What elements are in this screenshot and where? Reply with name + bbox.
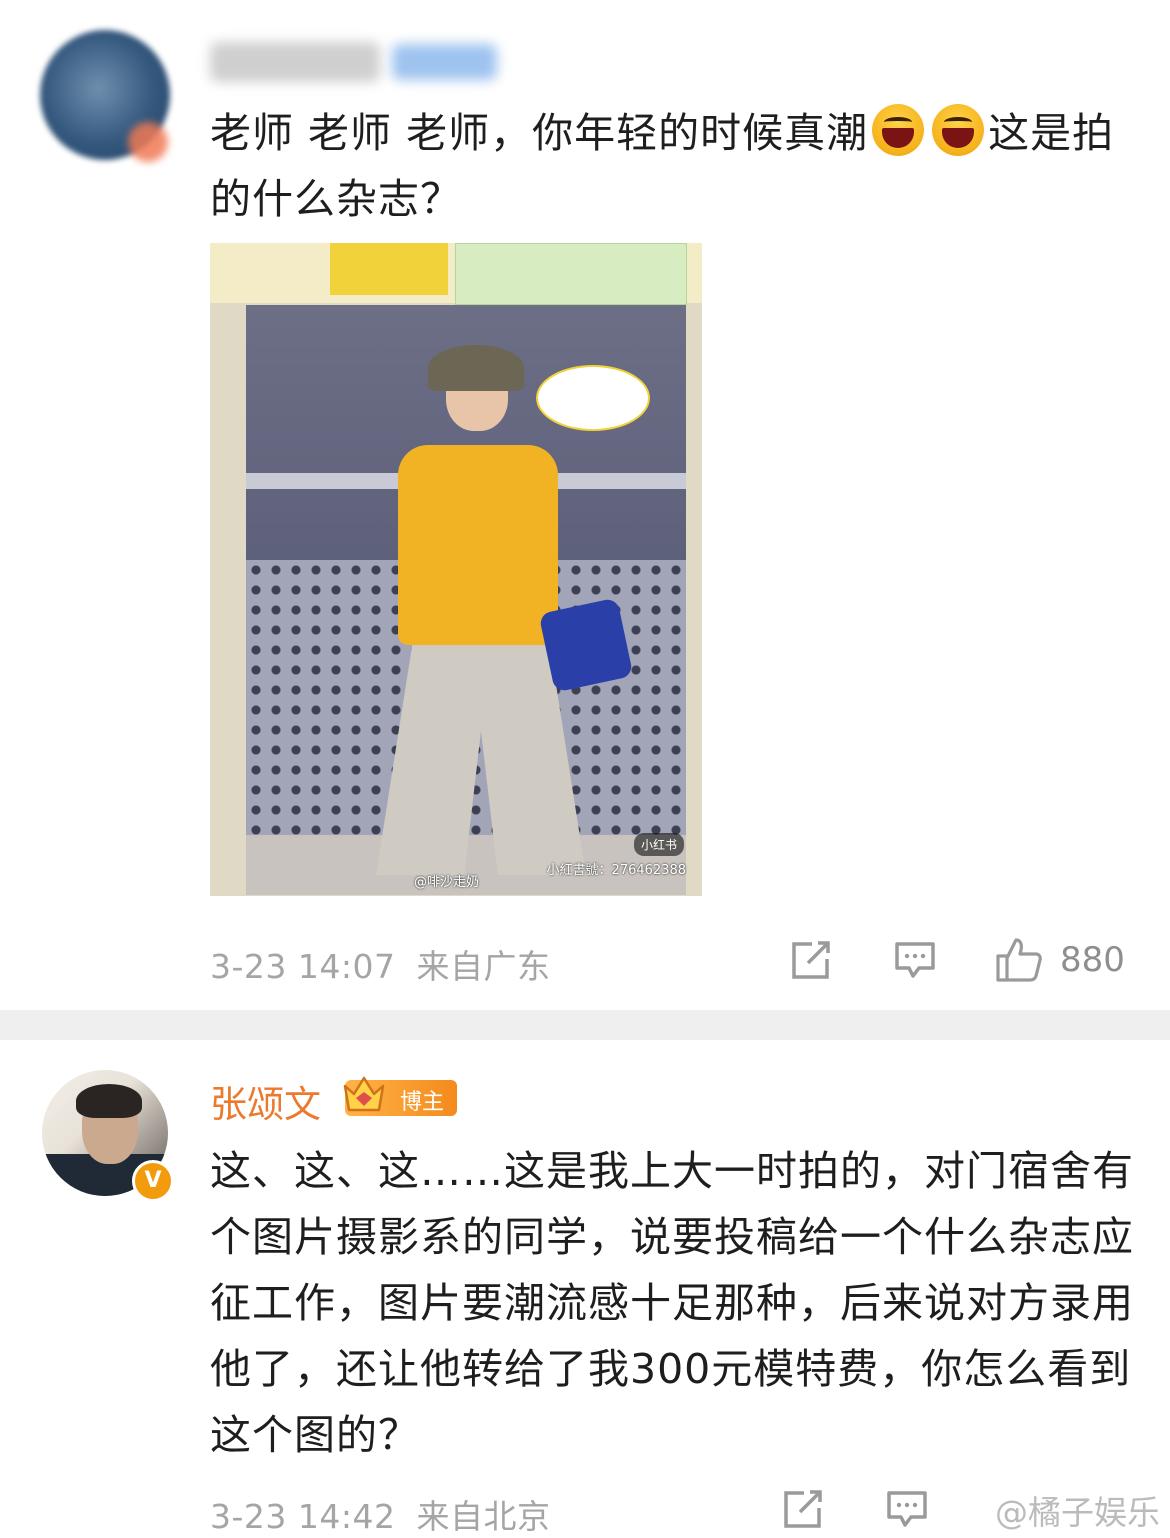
user-badge-blurred	[392, 44, 497, 80]
comment-icon[interactable]	[885, 1489, 929, 1531]
timestamp: 3-23 14:07	[210, 947, 396, 986]
username[interactable]: 张颂文	[210, 1074, 321, 1128]
location: 来自北京	[416, 1497, 551, 1536]
xiaohongshu-logo: 小红书	[633, 833, 684, 856]
photo-person-bag	[538, 597, 634, 693]
comment-meta: 3-23 14:07 来自广东	[210, 940, 551, 988]
photo-person-shirt	[398, 445, 558, 645]
comment-text: 这、这、这……这是我上大一时拍的，对门宿舍有个图片摄影系的同学，说要投稿给一个什…	[210, 1147, 1134, 1459]
comment-divider	[0, 1010, 1170, 1040]
verified-badge-icon: V	[132, 1160, 174, 1202]
like-count: 880	[1060, 940, 1125, 980]
username-blurred[interactable]	[210, 42, 380, 82]
photo-speech-bubble	[536, 365, 650, 431]
timestamp: 3-23 14:42	[210, 1497, 396, 1536]
comment-icon[interactable]	[893, 940, 937, 982]
blogger-badge: 博主	[343, 1076, 457, 1116]
photo-person-hat	[428, 345, 524, 391]
avatar-hair	[76, 1084, 142, 1118]
attached-photo[interactable]: 小红书 小紅書號：276462388 @啡沙走奶	[210, 243, 702, 896]
avatar-badge-blurred	[128, 122, 168, 162]
crown-icon	[343, 1076, 385, 1112]
grinning-face-emoji	[872, 104, 925, 156]
share-icon[interactable]	[780, 1488, 824, 1532]
blogger-badge-label: 博主	[400, 1090, 445, 1115]
comment-meta: 3-23 14:42 来自北京	[210, 1490, 551, 1538]
source-watermark: @橘子娱乐	[995, 1493, 1160, 1532]
photo-watermark-site: 小紅書號：276462388	[546, 863, 686, 878]
grinning-face-emoji	[932, 104, 985, 156]
magazine-photo	[246, 305, 686, 895]
location: 来自广东	[416, 947, 551, 986]
magazine-text-box	[455, 243, 687, 305]
comment-card-1: 老师 老师 老师，你年轻的时候真潮 这是拍的什么杂志？ 小红书 小紅書號：2764…	[0, 0, 1170, 1010]
comment-card-2: V 张颂文 博主 这、这、这……这是我上大一时拍的，对门宿舍有个图片摄影系的同学…	[0, 1040, 1170, 1538]
comment-text-part1: 老师 老师 老师，你年轻的时候真潮	[210, 109, 869, 157]
magazine-yellow-box	[330, 243, 448, 295]
thumbs-up-icon[interactable]	[994, 936, 1044, 984]
share-icon[interactable]	[788, 939, 832, 983]
comment-text: 老师 老师 老师，你年轻的时候真潮 这是拍的什么杂志？	[210, 100, 1130, 232]
photo-watermark-user: @啡沙走奶	[414, 875, 480, 890]
